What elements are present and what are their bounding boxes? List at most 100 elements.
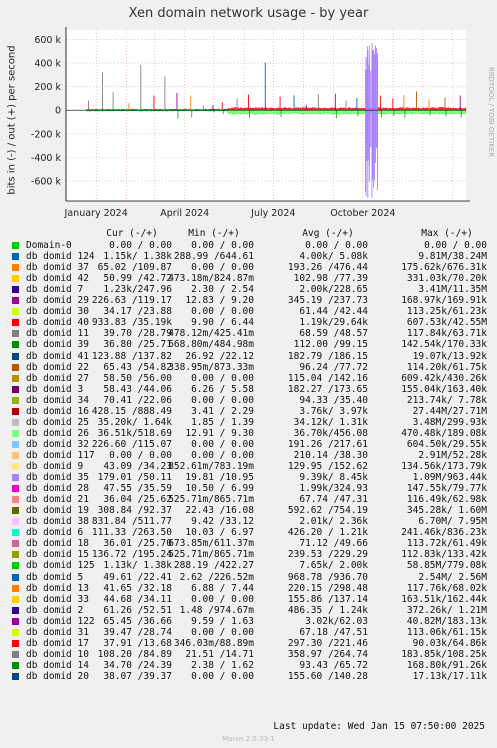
legend-value-min: 0.00 / 0.00 bbox=[191, 306, 254, 318]
legend-value-max: 0.00 / 0.00 bbox=[424, 240, 487, 251]
x-tick-label: October 2024 bbox=[330, 208, 395, 219]
y-tick-label: 0 bbox=[55, 106, 61, 117]
legend-value-min: 6.88 / 7.44 bbox=[191, 582, 254, 594]
legend-value-max: 40.82M/183.13k bbox=[406, 615, 487, 627]
legend-value-min: 525.71m/865.71m bbox=[168, 494, 254, 506]
legend-swatch bbox=[12, 385, 19, 393]
legend-value-max: 112.83k/133.42k bbox=[401, 549, 487, 561]
legend-value-max: 27.44M/27.71M bbox=[412, 405, 487, 417]
legend-value-max: 470.48k/189.08k bbox=[401, 427, 487, 439]
y-tick-label: 600 k bbox=[34, 35, 61, 46]
legend-header-cell: Max (-/+) bbox=[421, 228, 473, 239]
legend-value-min: 668.80m/484.98m bbox=[168, 339, 254, 351]
legend-value-avg: 0.00 / 0.00 bbox=[305, 240, 368, 251]
legend-swatch bbox=[12, 496, 19, 504]
legend-value-avg: 96.24 /77.72 bbox=[299, 361, 368, 373]
legend-row: db domid 11 39.70 /28.79 478.12m/425.41m 68… bbox=[12, 328, 492, 339]
legend-swatch bbox=[12, 308, 19, 316]
legend-swatch bbox=[12, 573, 19, 581]
legend-swatch bbox=[12, 507, 19, 515]
legend-row: db domid 2 61.26 /52.51 1.48 /974.67m 486.3… bbox=[12, 605, 492, 616]
legend-value-max: 183.85k/108.25k bbox=[401, 648, 487, 660]
legend-value-min: 0.00 / 0.00 bbox=[191, 240, 254, 251]
legend-value-avg: 592.62 /754.19 bbox=[287, 505, 368, 517]
legend-row: db domid 9 43.09 /34.23 852.61m/783.19m 129… bbox=[12, 461, 492, 472]
legend-value-avg: 182.79 /186.15 bbox=[287, 350, 368, 362]
legend-swatch bbox=[12, 253, 19, 261]
legend-swatch bbox=[12, 374, 19, 382]
legend-row: db domid 41 123.88 /137.82 26.92 /22.12 182… bbox=[12, 351, 492, 362]
legend-value-avg: 102.98 /77.39 bbox=[293, 273, 368, 285]
legend-value-min: 0.00 / 0.00 bbox=[191, 449, 254, 461]
legend-value-avg: 486.35 / 1.24k bbox=[287, 604, 368, 616]
legend-value-max: 19.07k/13.92k bbox=[412, 350, 487, 362]
legend-value-max: 90.03k/64.86k bbox=[412, 637, 487, 649]
legend-row: db domid 25 35.20k/ 1.64k 1.85 / 1.39 34.12… bbox=[12, 417, 492, 428]
y-tick-label: -600 k bbox=[31, 176, 62, 187]
legend-value-avg: 67.74 /47.31 bbox=[299, 494, 368, 506]
legend-swatch bbox=[12, 617, 19, 625]
y-tick-label: -200 k bbox=[31, 129, 62, 140]
legend-value-max: 2.54M/ 2.56M bbox=[418, 571, 487, 583]
legend-row: db domid 7 1.23k/247.96 2.30 / 2.54 2.00k/2… bbox=[12, 284, 492, 295]
x-tick-label: January 2024 bbox=[64, 208, 128, 219]
legend-swatch bbox=[12, 628, 19, 636]
legend-value-max: 113.25k/61.23k bbox=[406, 306, 487, 318]
legend-row: db domid 37 65.02 /109.87 0.00 / 0.00 193.2… bbox=[12, 262, 492, 273]
legend-swatch bbox=[12, 474, 19, 482]
legend-swatch bbox=[12, 407, 19, 415]
legend-value-min: 21.51 /14.71 bbox=[185, 648, 254, 660]
legend-value-max: 604.50k/29.55k bbox=[406, 438, 487, 450]
munin-graph: { "chart_data": { "type": "area", "title… bbox=[0, 0, 497, 748]
legend-row: db domid 15 136.72 /195.24 525.71m/865.71m… bbox=[12, 549, 492, 560]
legend-value-max: 117.76k/68.02k bbox=[406, 582, 487, 594]
chart-plot: 600 k 400 k 200 k 0 -200 k -400 k -600 k Januar… bbox=[31, 27, 470, 219]
legend-swatch bbox=[12, 463, 19, 470]
legend-swatch bbox=[12, 595, 19, 603]
legend-value-avg: 7.65k/ 2.00k bbox=[299, 560, 368, 572]
legend-value-min: 478.12m/425.41m bbox=[168, 328, 254, 340]
legend-swatch bbox=[12, 363, 19, 371]
legend-row: db domid 31 39.47 /28.74 0.00 / 0.00 67.18 … bbox=[12, 627, 492, 638]
legend-swatch bbox=[12, 286, 19, 294]
legend-swatch bbox=[12, 518, 19, 526]
legend-swatch bbox=[12, 297, 19, 305]
legend-swatch bbox=[12, 330, 19, 338]
legend-value-max: 168.97k/169.91k bbox=[401, 295, 487, 307]
legend-value-max: 113.72k/61.49k bbox=[406, 538, 487, 550]
legend-swatch bbox=[12, 540, 19, 548]
legend-value-avg: 2.01k/ 2.36k bbox=[299, 516, 368, 528]
last-update: Last update: Wed Jan 15 07:50:00 2025 bbox=[273, 721, 485, 732]
legend-value-avg: 2.00k/228.65 bbox=[299, 284, 368, 296]
legend-swatch bbox=[12, 551, 19, 559]
legend-value-max: 3.48M/299.93k bbox=[412, 416, 487, 428]
legend-row: db domid 10 108.20 /84.89 21.51 /14.71 358.… bbox=[12, 649, 492, 660]
legend-swatch bbox=[12, 275, 19, 283]
legend-swatch bbox=[12, 639, 19, 647]
legend-swatch bbox=[12, 661, 19, 669]
legend-value-avg: 71.12 /49.66 bbox=[299, 538, 368, 550]
legend-row: db domid 16 428.15 /888.49 3.41 / 2.29 3.76… bbox=[12, 406, 492, 417]
y-tick-label: -400 k bbox=[31, 153, 62, 164]
legend-value-min: 3.41 / 2.29 bbox=[191, 405, 254, 417]
legend-value-avg: 968.78 /936.70 bbox=[287, 571, 368, 583]
legend-value-min: 9.42 /33.12 bbox=[191, 516, 254, 528]
legend-row: db domid 35 179.01 /50.11 19.81 /10.95 9.39… bbox=[12, 472, 492, 483]
legend-swatch bbox=[12, 264, 19, 272]
legend-value-max: 175.62k/676.31k bbox=[401, 262, 487, 274]
legend-value-avg: 67.18 /47.51 bbox=[299, 626, 368, 638]
legend-value-avg: 182.27 /173.65 bbox=[287, 383, 368, 395]
legend-swatch bbox=[12, 429, 19, 437]
legend-swatch bbox=[12, 396, 19, 404]
legend-row: db domid 18 36.01 /25.70 673.85m/611.37m 71… bbox=[12, 538, 492, 549]
legend-value-avg: 210.14 /38.30 bbox=[293, 449, 368, 461]
legend-value-avg: 115.04 /142.16 bbox=[287, 372, 368, 384]
legend-value-min: 22.43 /16.08 bbox=[185, 505, 254, 517]
legend-value-max: 147.55k/79.77k bbox=[406, 483, 487, 495]
legend-value-avg: 193.26 /476.44 bbox=[287, 262, 368, 274]
legend-value-max: 609.42k/430.26k bbox=[401, 372, 487, 384]
legend-row: Domain-0 0.00 / 0.00 0.00 / 0.00 0.00 / 0.0… bbox=[12, 240, 492, 251]
legend-value-min: 852.61m/783.19m bbox=[168, 461, 254, 472]
legend-row: db domid 117 0.00 / 0.00 0.00 / 0.00 210.14… bbox=[12, 450, 492, 461]
legend-swatch bbox=[12, 562, 19, 570]
